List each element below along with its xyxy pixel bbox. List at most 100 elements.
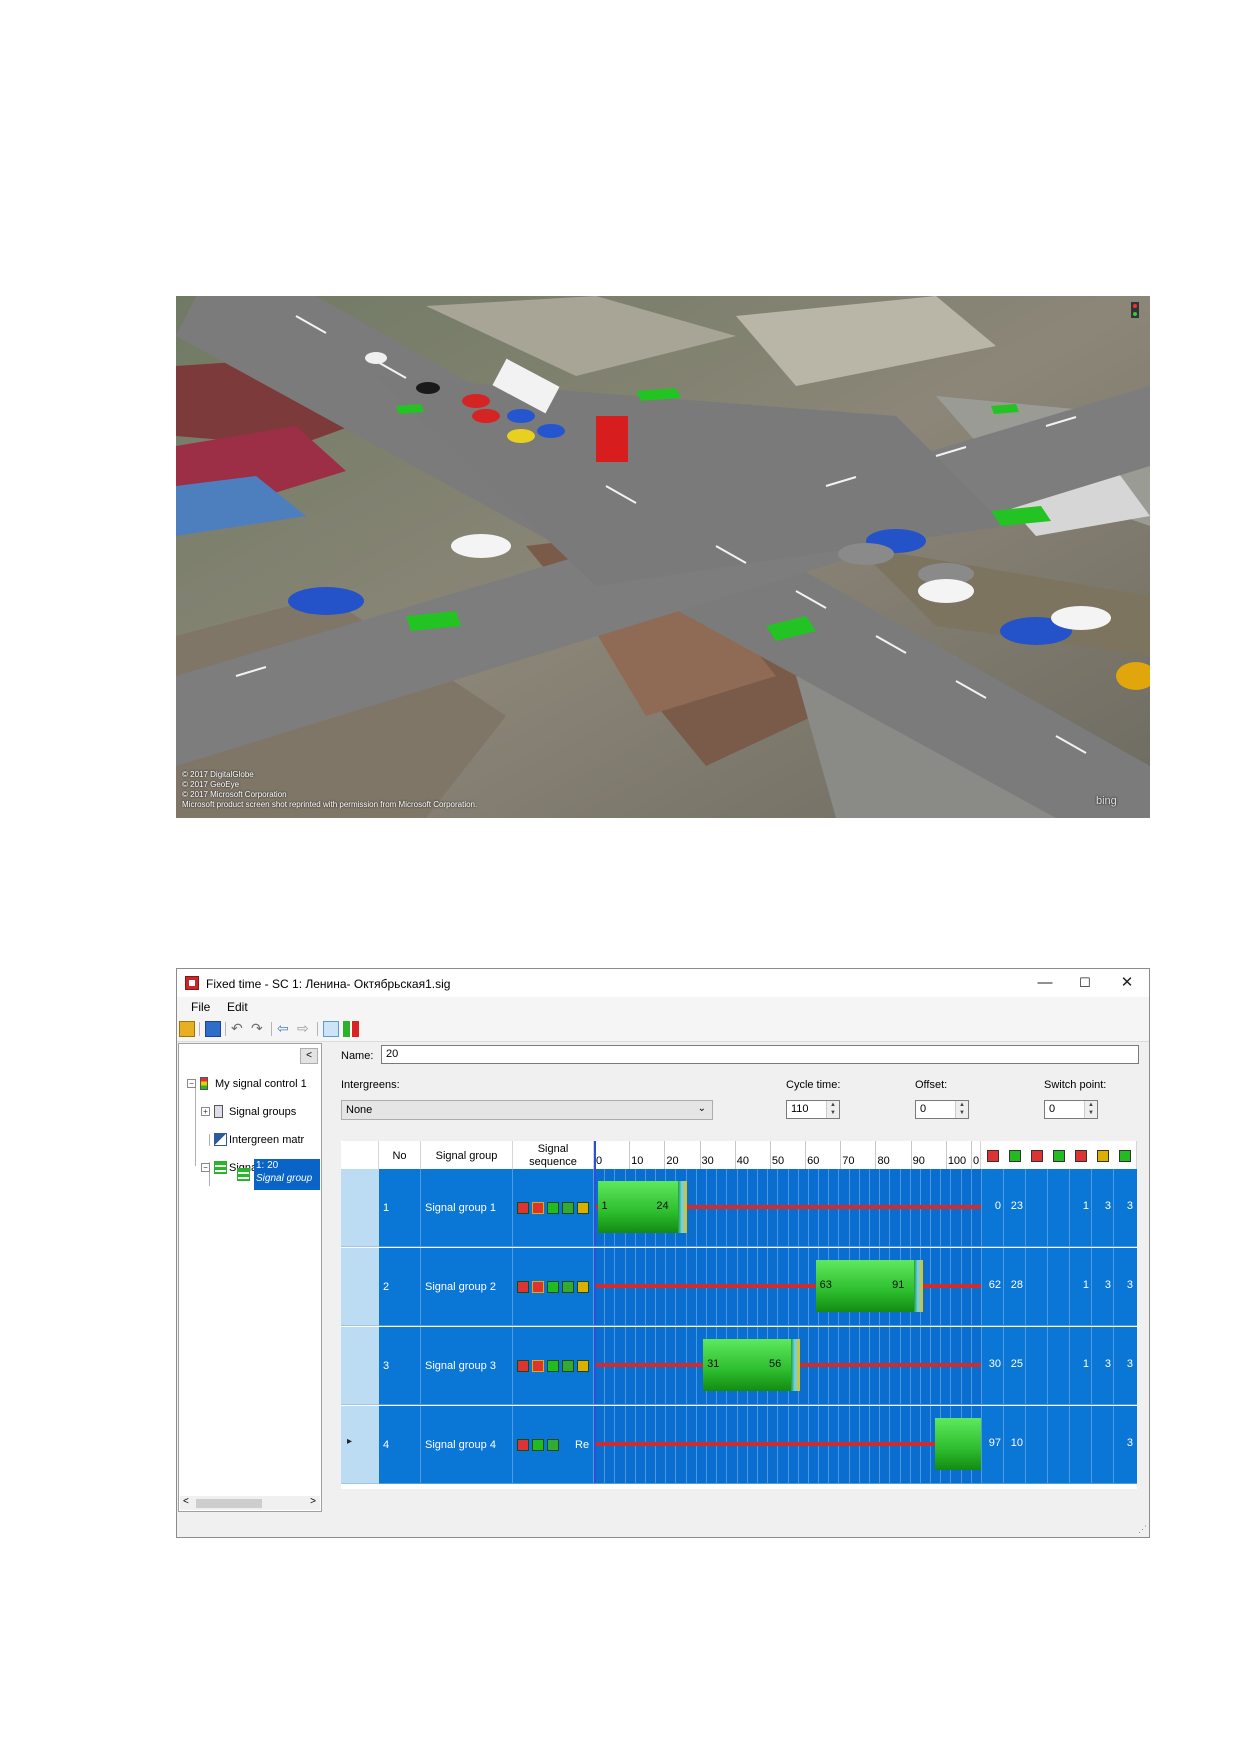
photo-credit-3: © 2017 Microsoft Corporation bbox=[182, 790, 287, 799]
cycle-time-input[interactable]: 110 ▲ ▼ bbox=[786, 1100, 840, 1119]
signal-group-name[interactable]: Signal group 1 bbox=[421, 1169, 513, 1247]
tree-item-label: Signal groups bbox=[229, 1106, 297, 1118]
scroll-thumb[interactable] bbox=[196, 1499, 262, 1508]
offset-spinner[interactable]: ▲ ▼ bbox=[955, 1101, 968, 1118]
save-icon[interactable] bbox=[205, 1021, 221, 1037]
undo-icon[interactable]: ↶ bbox=[231, 1021, 247, 1037]
tree-item-label: My signal control 1 bbox=[215, 1078, 307, 1090]
expander-icon[interactable]: − bbox=[187, 1079, 196, 1088]
title-bar: Fixed time - SC 1: Ленина- Октябрьская1.… bbox=[177, 969, 1149, 997]
timeline-tick-label: 80 bbox=[877, 1155, 890, 1167]
redo-icon[interactable]: ↷ bbox=[251, 1021, 267, 1037]
row-header[interactable]: ▸ bbox=[341, 1406, 379, 1484]
row-number: 3 bbox=[379, 1327, 421, 1405]
timeline-tick-line bbox=[875, 1141, 877, 1169]
back-arrow-icon[interactable]: ⇦ bbox=[277, 1021, 293, 1037]
open-icon[interactable] bbox=[179, 1021, 195, 1037]
value-column-divider bbox=[1047, 1248, 1048, 1326]
signal-timeline[interactable]: 31 56 bbox=[594, 1327, 981, 1405]
expander-icon[interactable]: − bbox=[201, 1163, 210, 1172]
signal-timeline[interactable]: 1 24 bbox=[594, 1169, 981, 1247]
signal-group-row[interactable]: ▸ 4 Signal group 4 Re 97 10 3 bbox=[341, 1406, 1137, 1484]
switch-point-input[interactable]: 0 ▲ ▼ bbox=[1044, 1100, 1098, 1119]
signal-group-name[interactable]: Signal group 4 bbox=[421, 1406, 513, 1484]
green-phase-bar[interactable] bbox=[935, 1418, 981, 1470]
signal-group-name[interactable]: Signal group 2 bbox=[421, 1248, 513, 1326]
view-green-icon[interactable] bbox=[323, 1021, 339, 1037]
col-header-no[interactable]: No bbox=[379, 1141, 421, 1169]
red-amber-icon bbox=[1031, 1150, 1043, 1162]
row-header[interactable] bbox=[341, 1327, 379, 1405]
signal-sequence-cell[interactable] bbox=[513, 1169, 594, 1247]
row-number: 1 bbox=[379, 1169, 421, 1247]
switch-point-spinner[interactable]: ▲ ▼ bbox=[1084, 1101, 1097, 1118]
traffic-light-icon bbox=[200, 1077, 208, 1090]
amber-signal-icon bbox=[577, 1202, 589, 1214]
timeline-start-marker bbox=[594, 1141, 596, 1169]
timeline-tick-line bbox=[910, 1141, 912, 1169]
row-header[interactable] bbox=[341, 1169, 379, 1247]
red-signal-icon bbox=[517, 1439, 529, 1451]
program-icon bbox=[214, 1161, 227, 1174]
value-min: 3 bbox=[1126, 1358, 1133, 1370]
amber-signal-icon bbox=[577, 1281, 589, 1293]
intergreens-label: Intergreens: bbox=[341, 1079, 400, 1091]
scroll-left-icon[interactable]: < bbox=[183, 1496, 189, 1507]
green-icon bbox=[1009, 1150, 1021, 1162]
signal-sequence-cell[interactable] bbox=[513, 1248, 594, 1326]
intergreens-select[interactable]: None ⌄ bbox=[341, 1100, 713, 1120]
redamber-signal-icon bbox=[532, 1202, 544, 1214]
forward-arrow-icon[interactable]: ⇨ bbox=[297, 1021, 313, 1037]
extra-columns-header bbox=[981, 1141, 1137, 1169]
collapse-panel-button[interactable]: < bbox=[300, 1048, 318, 1064]
red-signal-icon bbox=[517, 1281, 529, 1293]
row-values: 62 28 1 3 3 bbox=[981, 1248, 1137, 1326]
signal-group-name[interactable]: Signal group 3 bbox=[421, 1327, 513, 1405]
tree-item-selected-program[interactable]: 1: 20 Signal group bbox=[254, 1159, 320, 1190]
chevron-down-icon: ⌄ bbox=[697, 1103, 706, 1114]
maximize-button[interactable]: ☐ bbox=[1065, 973, 1105, 993]
green-signal-icon bbox=[532, 1439, 544, 1451]
timeline-tick-line bbox=[769, 1141, 771, 1169]
timeline-tick-label: 40 bbox=[736, 1155, 749, 1167]
row-values: 97 10 3 bbox=[981, 1406, 1137, 1484]
minimize-button[interactable]: — bbox=[1025, 973, 1065, 993]
expander-icon[interactable]: + bbox=[201, 1107, 210, 1116]
row-header[interactable] bbox=[341, 1248, 379, 1326]
scroll-right-icon[interactable]: > bbox=[310, 1496, 316, 1507]
signal-group-row[interactable]: 1 Signal group 1 1 24 0 23 1 3 3 bbox=[341, 1169, 1137, 1247]
program-item-icon bbox=[237, 1168, 250, 1181]
value-column-divider bbox=[1047, 1327, 1048, 1405]
resize-grip-icon[interactable]: ⋰ bbox=[1138, 1524, 1147, 1535]
selected-program-title: 1: 20 bbox=[256, 1160, 279, 1171]
col-header-signal-sequence[interactable]: Signal sequence bbox=[513, 1141, 594, 1169]
signal-sequence-cell[interactable] bbox=[513, 1327, 594, 1405]
offset-input[interactable]: 0 ▲ ▼ bbox=[915, 1100, 969, 1119]
photo-credit-4: Microsoft product screen shot reprinted … bbox=[182, 800, 478, 809]
signal-timeline[interactable] bbox=[594, 1406, 981, 1484]
cycle-time-spinner[interactable]: ▲ ▼ bbox=[826, 1101, 839, 1118]
signal-group-row[interactable]: 3 Signal group 3 31 56 30 25 1 3 3 bbox=[341, 1327, 1137, 1405]
timeline-header: 0 10 20 30 40 50 60 70 80 90 100 0 bbox=[594, 1141, 981, 1169]
close-button[interactable]: ✕ bbox=[1107, 973, 1147, 993]
aerial-intersection-image: © 2017 DigitalGlobe © 2017 GeoEye © 2017… bbox=[176, 296, 1150, 818]
timeline-tick-line bbox=[840, 1141, 842, 1169]
cycle-time-label: Cycle time: bbox=[786, 1079, 841, 1091]
app-icon bbox=[185, 976, 199, 990]
tree-horizontal-scrollbar[interactable]: < > bbox=[180, 1496, 320, 1510]
red-phase-line bbox=[594, 1442, 981, 1446]
red-signal-icon bbox=[517, 1202, 529, 1214]
view-split-icon[interactable] bbox=[343, 1021, 359, 1037]
signal-group-row[interactable]: 2 Signal group 2 63 91 62 28 1 3 3 bbox=[341, 1248, 1137, 1326]
timeline-tick-label: 10 bbox=[631, 1155, 644, 1167]
name-input[interactable]: 20 bbox=[381, 1045, 1139, 1064]
offset-label: Offset: bbox=[915, 1079, 948, 1091]
signal-timeline[interactable]: 63 91 bbox=[594, 1248, 981, 1326]
col-header-signal-group[interactable]: Signal group bbox=[421, 1141, 513, 1169]
navigation-tree: < − My signal control 1 + Signal groups … bbox=[178, 1043, 322, 1512]
menu-edit[interactable]: Edit bbox=[227, 1000, 248, 1014]
menu-file[interactable]: File bbox=[191, 1000, 210, 1014]
signal-sequence-cell[interactable]: Re bbox=[513, 1406, 594, 1484]
value-duration: 23 bbox=[1010, 1200, 1023, 1212]
amber-phase-marker bbox=[791, 1339, 801, 1391]
